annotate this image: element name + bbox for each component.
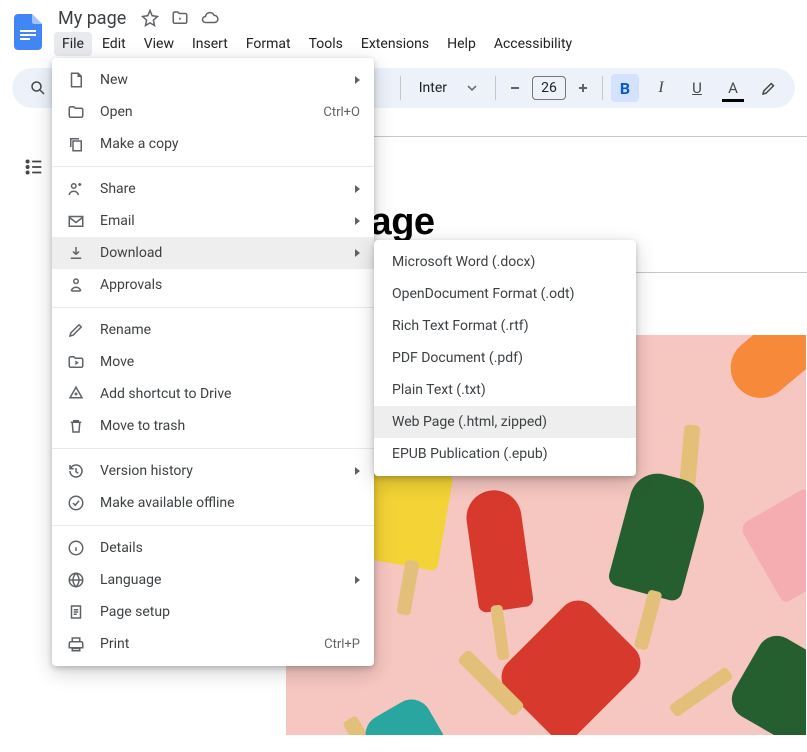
bold-button[interactable]: B	[611, 74, 639, 102]
file-menu-open[interactable]: Open Ctrl+O	[52, 96, 374, 128]
app-header: My page File Edit View Insert Format Too…	[0, 0, 807, 64]
font-family-select[interactable]: Inter	[409, 80, 487, 96]
file-menu-make-copy[interactable]: Make a copy	[52, 128, 374, 160]
download-epub[interactable]: EPUB Publication (.epub)	[374, 438, 636, 470]
increase-font-size-button[interactable]	[572, 77, 594, 99]
download-odt[interactable]: OpenDocument Format (.odt)	[374, 278, 636, 310]
menubar-item-view[interactable]: View	[136, 32, 182, 56]
toolbar-separator	[495, 76, 496, 100]
file-menu-move[interactable]: Move	[52, 346, 374, 378]
outline-toggle-button[interactable]	[18, 151, 50, 183]
search-icon[interactable]	[24, 74, 52, 102]
move-folder-icon[interactable]	[170, 8, 190, 28]
toolbar-separator	[400, 76, 401, 100]
star-icon[interactable]	[140, 8, 160, 28]
download-submenu: Microsoft Word (.docx) OpenDocument Form…	[374, 240, 636, 476]
offline-icon	[66, 493, 86, 513]
file-menu-rename[interactable]: Rename	[52, 314, 374, 346]
decrease-font-size-button[interactable]	[504, 77, 526, 99]
menu-separator	[52, 525, 374, 526]
menu-separator	[52, 307, 374, 308]
history-icon	[66, 461, 86, 481]
file-menu-move-to-trash[interactable]: Move to trash	[52, 410, 374, 442]
print-icon	[66, 634, 86, 654]
menubar-item-insert[interactable]: Insert	[184, 32, 236, 56]
chevron-right-icon	[355, 76, 360, 84]
download-html[interactable]: Web Page (.html, zipped)	[374, 406, 636, 438]
download-docx[interactable]: Microsoft Word (.docx)	[374, 246, 636, 278]
drive-shortcut-icon	[66, 384, 86, 404]
move-icon	[66, 352, 86, 372]
file-menu-email[interactable]: Email	[52, 205, 374, 237]
folder-open-icon	[66, 102, 86, 122]
menubar-item-format[interactable]: Format	[238, 32, 299, 56]
file-menu-print[interactable]: Print Ctrl+P	[52, 628, 374, 660]
file-menu-download[interactable]: Download	[52, 237, 374, 269]
menubar-item-help[interactable]: Help	[439, 32, 484, 56]
menu-separator	[52, 166, 374, 167]
toolbar-separator	[602, 76, 603, 100]
font-size-input[interactable]: 26	[532, 76, 566, 100]
menu-separator	[52, 448, 374, 449]
info-icon	[66, 538, 86, 558]
rename-icon	[66, 320, 86, 340]
chevron-right-icon	[355, 249, 360, 257]
download-icon	[66, 243, 86, 263]
file-menu-add-shortcut[interactable]: Add shortcut to Drive	[52, 378, 374, 410]
cloud-status-icon[interactable]	[200, 8, 220, 28]
approvals-icon	[66, 275, 86, 295]
menubar-item-tools[interactable]: Tools	[301, 32, 351, 56]
docs-logo[interactable]	[10, 10, 46, 54]
file-menu-language[interactable]: Language	[52, 564, 374, 596]
file-menu-version-history[interactable]: Version history	[52, 455, 374, 487]
download-pdf[interactable]: PDF Document (.pdf)	[374, 342, 636, 374]
share-icon	[66, 179, 86, 199]
underline-button[interactable]: U	[683, 74, 711, 102]
menubar-item-file[interactable]: File	[54, 32, 92, 56]
chevron-down-icon	[467, 83, 477, 93]
copy-icon	[66, 134, 86, 154]
file-menu-page-setup[interactable]: Page setup	[52, 596, 374, 628]
download-txt[interactable]: Plain Text (.txt)	[374, 374, 636, 406]
globe-icon	[66, 570, 86, 590]
font-family-label: Inter	[419, 80, 447, 96]
menubar-item-edit[interactable]: Edit	[94, 32, 134, 56]
title-column: My page File Edit View Insert Format Too…	[54, 6, 580, 56]
text-color-button[interactable]: A	[719, 74, 747, 102]
file-menu-share[interactable]: Share	[52, 173, 374, 205]
file-menu-approvals[interactable]: Approvals	[52, 269, 374, 301]
menubar: File Edit View Insert Format Tools Exten…	[54, 32, 580, 56]
menubar-item-accessibility[interactable]: Accessibility	[486, 32, 580, 56]
chevron-right-icon	[355, 185, 360, 193]
italic-button[interactable]: I	[647, 74, 675, 102]
chevron-right-icon	[355, 467, 360, 475]
font-size-group: 26	[504, 76, 594, 100]
new-doc-icon	[66, 70, 86, 90]
trash-icon	[66, 416, 86, 436]
document-title[interactable]: My page	[54, 8, 130, 29]
menubar-item-extensions[interactable]: Extensions	[353, 32, 437, 56]
highlight-color-button[interactable]	[755, 74, 783, 102]
chevron-right-icon	[355, 576, 360, 584]
file-menu-details[interactable]: Details	[52, 532, 374, 564]
page-setup-icon	[66, 602, 86, 622]
file-menu: New Open Ctrl+O Make a copy Share Email …	[52, 58, 374, 666]
download-rtf[interactable]: Rich Text Format (.rtf)	[374, 310, 636, 342]
file-menu-new[interactable]: New	[52, 64, 374, 96]
chevron-right-icon	[355, 217, 360, 225]
email-icon	[66, 211, 86, 231]
file-menu-offline[interactable]: Make available offline	[52, 487, 374, 519]
